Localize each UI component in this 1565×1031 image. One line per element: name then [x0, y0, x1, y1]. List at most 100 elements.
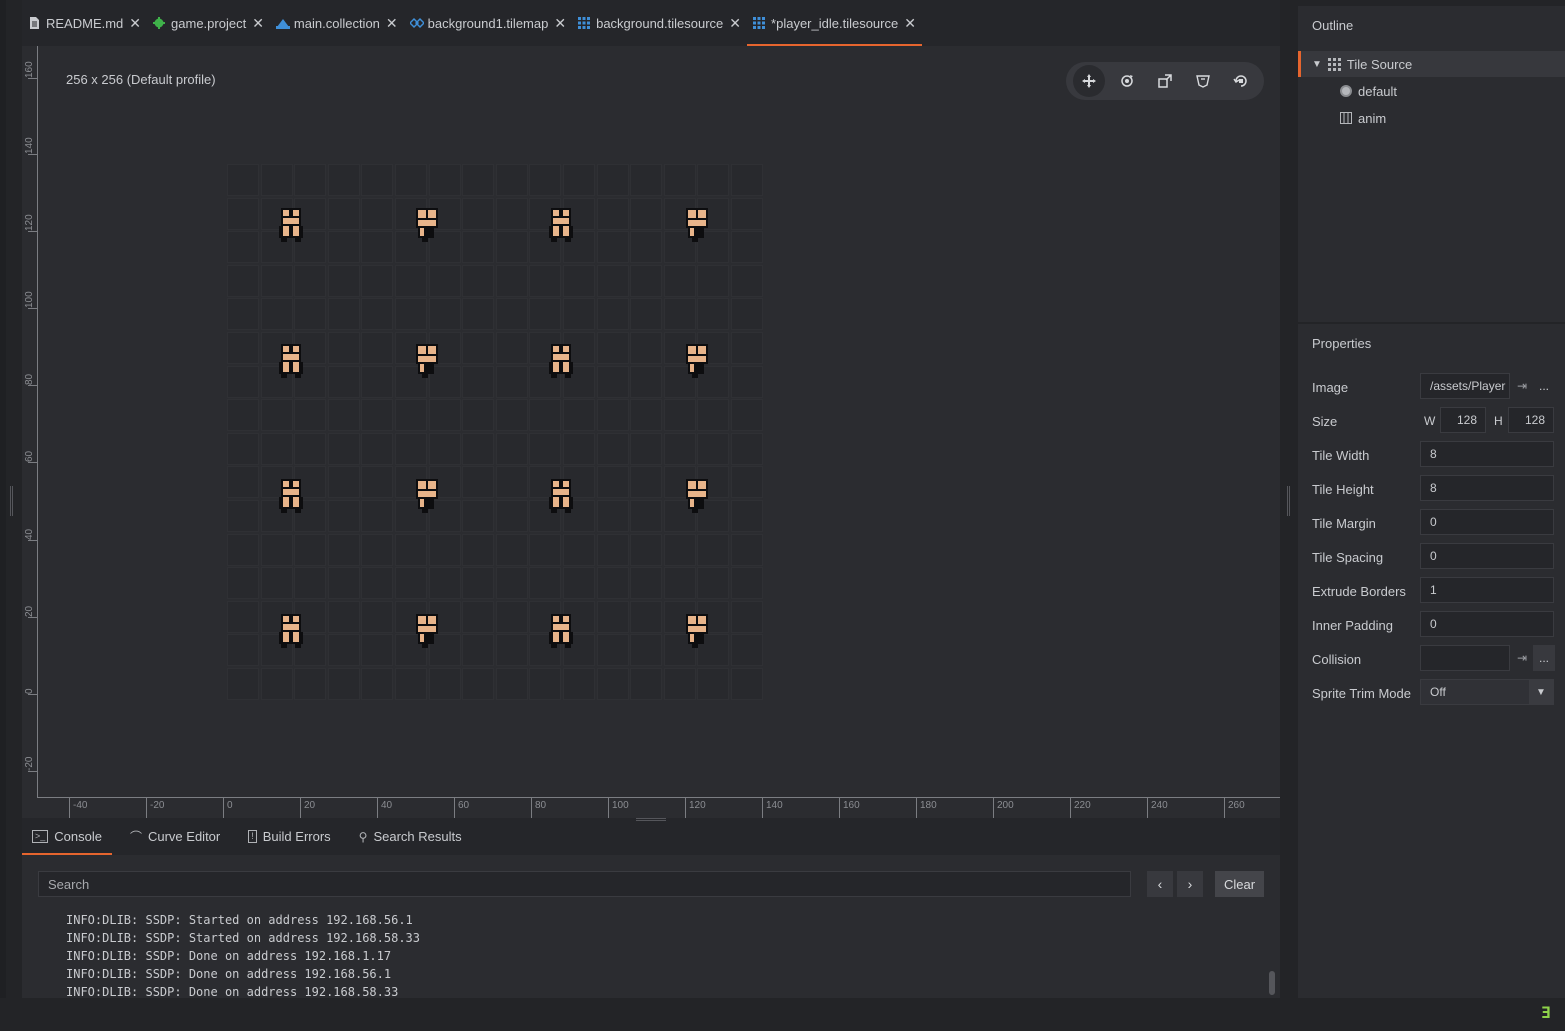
player-sprite-tile[interactable]	[547, 479, 575, 513]
tile-cell[interactable]	[361, 600, 394, 633]
tile-margin-field[interactable]: 0	[1420, 509, 1554, 535]
tile-cell[interactable]	[327, 466, 360, 499]
tile-cell[interactable]	[630, 332, 663, 364]
tile-cell[interactable]	[529, 264, 562, 297]
tile-cell[interactable]	[630, 567, 663, 600]
tile-cell[interactable]	[697, 668, 730, 700]
tile-cell[interactable]	[495, 332, 528, 364]
tile-cell[interactable]	[260, 533, 293, 566]
tile-cell[interactable]	[395, 567, 427, 600]
tile-cell[interactable]	[596, 164, 629, 196]
tile-cell[interactable]	[395, 432, 427, 465]
tile-cell[interactable]	[260, 164, 293, 196]
tile-cell[interactable]	[630, 231, 663, 264]
tile-cell[interactable]	[596, 365, 629, 398]
tile-cell[interactable]	[495, 600, 528, 633]
player-sprite-tile[interactable]	[277, 479, 305, 513]
tile-cell[interactable]	[630, 399, 663, 432]
tile-cell[interactable]	[495, 500, 528, 532]
player-sprite-tile[interactable]	[547, 344, 575, 378]
previous-match-button[interactable]: ‹	[1147, 871, 1173, 897]
tile-cell[interactable]	[395, 264, 427, 297]
tile-cell[interactable]	[260, 264, 293, 297]
tile-cell[interactable]	[327, 600, 360, 633]
outline-item-default[interactable]: default	[1298, 78, 1565, 104]
tile-cell[interactable]	[462, 466, 495, 499]
tile-cell[interactable]	[294, 264, 327, 297]
tile-cell[interactable]	[663, 533, 696, 566]
tile-cell[interactable]	[327, 298, 360, 331]
reset-view-icon[interactable]	[1225, 65, 1257, 97]
tile-cell[interactable]	[697, 432, 730, 465]
tile-cell[interactable]	[294, 567, 327, 600]
left-splitter-grip[interactable]	[10, 486, 13, 516]
tile-cell[interactable]	[260, 298, 293, 331]
outline-item-tile-source[interactable]: ▼ Tile Source	[1298, 51, 1565, 77]
tile-cell[interactable]	[731, 197, 763, 230]
tab-build-errors[interactable]: ! Build Errors	[238, 818, 340, 855]
player-sprite-tile[interactable]	[547, 208, 575, 242]
player-sprite-tile[interactable]	[412, 208, 440, 242]
close-icon[interactable]: ✕	[129, 15, 141, 32]
tile-cell[interactable]	[395, 668, 427, 700]
tile-cell[interactable]	[563, 264, 595, 297]
tile-cell[interactable]	[462, 164, 495, 196]
tile-cell[interactable]	[697, 298, 730, 331]
tile-cell[interactable]	[294, 533, 327, 566]
player-sprite-tile[interactable]	[412, 344, 440, 378]
tile-cell[interactable]	[495, 365, 528, 398]
tile-cell[interactable]	[495, 399, 528, 432]
console-search-input[interactable]	[38, 871, 1131, 897]
tile-cell[interactable]	[697, 399, 730, 432]
tile-cell[interactable]	[361, 332, 394, 364]
tile-cell[interactable]	[731, 466, 763, 499]
tile-cell[interactable]	[731, 533, 763, 566]
tile-cell[interactable]	[227, 432, 259, 465]
tile-cell[interactable]	[361, 567, 394, 600]
tile-cell[interactable]	[495, 634, 528, 667]
tile-cell[interactable]	[260, 668, 293, 700]
tile-cell[interactable]	[227, 399, 259, 432]
tile-cell[interactable]	[563, 533, 595, 566]
tile-cell[interactable]	[529, 399, 562, 432]
tile-cell[interactable]	[227, 164, 259, 196]
tile-cell[interactable]	[227, 600, 259, 633]
tile-cell[interactable]	[630, 500, 663, 532]
tile-cell[interactable]	[596, 634, 629, 667]
tile-cell[interactable]	[529, 533, 562, 566]
tile-cell[interactable]	[462, 634, 495, 667]
tile-cell[interactable]	[462, 600, 495, 633]
tile-cell[interactable]	[428, 432, 461, 465]
image-field[interactable]: /assets/Player	[1420, 373, 1510, 399]
tile-cell[interactable]	[260, 432, 293, 465]
tile-cell[interactable]	[361, 298, 394, 331]
tile-cell[interactable]	[361, 432, 394, 465]
console-scrollbar[interactable]	[1269, 971, 1275, 995]
tab-background-tilesource[interactable]: background.tilesource ✕	[572, 0, 747, 46]
tile-cell[interactable]	[294, 432, 327, 465]
tile-cell[interactable]	[361, 533, 394, 566]
close-icon[interactable]: ✕	[554, 15, 566, 32]
tile-cell[interactable]	[495, 668, 528, 700]
tile-cell[interactable]	[663, 567, 696, 600]
tile-cell[interactable]	[596, 298, 629, 331]
tile-cell[interactable]	[327, 264, 360, 297]
tile-cell[interactable]	[596, 197, 629, 230]
tile-cell[interactable]	[596, 231, 629, 264]
tile-cell[interactable]	[630, 197, 663, 230]
player-sprite-tile[interactable]	[412, 614, 440, 648]
tile-cell[interactable]	[630, 365, 663, 398]
tile-cell[interactable]	[630, 533, 663, 566]
tile-cell[interactable]	[731, 231, 763, 264]
tile-cell[interactable]	[731, 668, 763, 700]
tile-cell[interactable]	[697, 567, 730, 600]
tile-cell[interactable]	[630, 600, 663, 633]
tile-cell[interactable]	[596, 567, 629, 600]
tile-cell[interactable]	[327, 365, 360, 398]
tile-cell[interactable]	[529, 298, 562, 331]
tile-cell[interactable]	[395, 298, 427, 331]
player-sprite-tile[interactable]	[682, 344, 710, 378]
tile-cell[interactable]	[361, 466, 394, 499]
tile-cell[interactable]	[596, 600, 629, 633]
tile-cell[interactable]	[596, 500, 629, 532]
